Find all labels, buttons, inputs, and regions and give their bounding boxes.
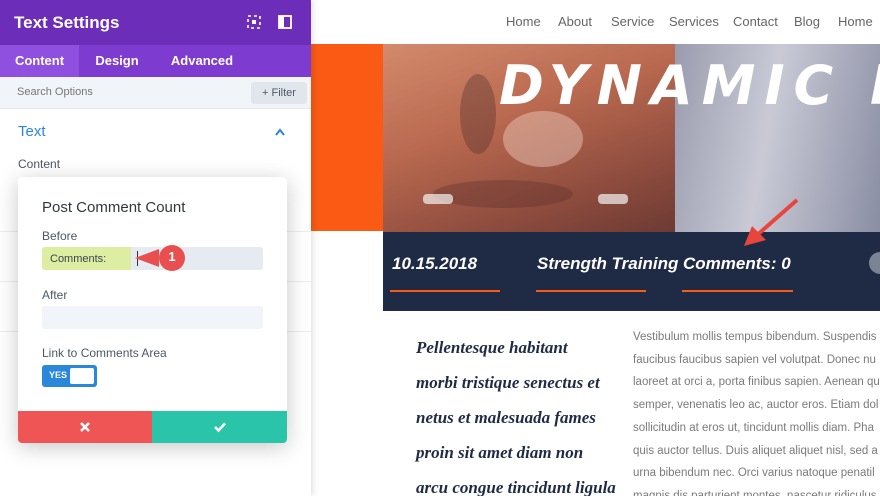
- nav-about[interactable]: About: [558, 14, 592, 29]
- search-options-input[interactable]: [17, 86, 217, 98]
- section-title-text[interactable]: Text: [18, 123, 46, 140]
- orange-accent-block: [311, 44, 384, 231]
- toggle-yes-label: YES: [49, 370, 68, 380]
- body-line: laoreet at orci a, porta finibus sapien.…: [633, 376, 880, 389]
- content-label: Content: [18, 157, 61, 171]
- post-body-text: Vestibulum mollis tempus bibendum. Suspe…: [633, 326, 880, 496]
- comments-underline: [682, 290, 793, 292]
- nav-home[interactable]: Home: [506, 14, 541, 29]
- tab-advanced[interactable]: Advanced: [155, 45, 249, 77]
- close-icon: [80, 422, 90, 432]
- hero-title: DYNAMIC POS: [499, 54, 880, 117]
- body-line: Vestibulum mollis tempus bibendum. Suspe…: [633, 331, 877, 343]
- body-line: sollicitudin at eros ut, tincidunt molli…: [633, 421, 874, 434]
- filter-button[interactable]: + Filter: [251, 82, 307, 104]
- nav-home-2[interactable]: Home: [838, 14, 873, 29]
- hero-image: DYNAMIC POS: [383, 44, 880, 232]
- arrow-pointer-icon: [744, 198, 799, 246]
- body-line: quis auctor tellus. Duis aliquet aliquet…: [633, 444, 878, 457]
- quote-line: netus et malesuada fames: [416, 408, 596, 427]
- quote-line: arcu congue tincidunt ligula: [416, 478, 616, 496]
- tab-design[interactable]: Design: [79, 45, 155, 77]
- post-date: 10.15.2018: [392, 254, 478, 273]
- nav-service[interactable]: Service: [611, 14, 654, 29]
- toggle-knob: [70, 368, 94, 384]
- tab-content[interactable]: Content: [0, 45, 79, 77]
- split-view-icon[interactable]: [277, 14, 293, 30]
- step-number: 1: [168, 249, 176, 264]
- save-button[interactable]: [152, 411, 287, 443]
- after-field[interactable]: [42, 306, 263, 329]
- chevron-up-icon[interactable]: [274, 127, 286, 137]
- before-label: Before: [42, 229, 78, 243]
- panel-title: Text Settings: [14, 13, 120, 32]
- body-line: urna bibendum nec. Orci varius natoque p…: [633, 467, 875, 480]
- check-icon: [213, 422, 226, 433]
- after-label: After: [42, 288, 68, 302]
- search-row: + Filter: [0, 77, 311, 109]
- category-underline: [536, 290, 646, 292]
- nav-services[interactable]: Services: [669, 14, 719, 29]
- post-comment-count-modal: Post Comment Count Before Comments: Afte…: [18, 177, 287, 443]
- cancel-button[interactable]: [18, 411, 152, 443]
- post-category[interactable]: Strength Training: [537, 254, 678, 274]
- body-line: faucibus faucibus sapien vel volutpat. D…: [633, 353, 876, 366]
- before-field-value: Comments:: [50, 253, 107, 265]
- nav-contact[interactable]: Contact: [733, 14, 778, 29]
- panel-header: Text Settings: [0, 0, 311, 45]
- quote-line: morbi tristique senectus et: [416, 373, 600, 392]
- site-nav: Home About Service Services Contact Blog…: [311, 0, 880, 44]
- post-meta-bar: 10.15.2018 Strength Training Comments: 0: [383, 232, 880, 311]
- body-line: semper, venenatis leo ac, auctor eros. E…: [633, 399, 879, 412]
- date-underline: [390, 290, 500, 292]
- expand-icon[interactable]: [246, 14, 262, 30]
- link-comments-toggle[interactable]: YES: [42, 365, 97, 387]
- nav-blog[interactable]: Blog: [794, 14, 820, 29]
- link-comments-label: Link to Comments Area: [42, 346, 167, 360]
- body-line: magnis dis parturient montes, nascetur r…: [633, 489, 877, 496]
- post-comments[interactable]: Comments: 0: [683, 254, 791, 274]
- settings-tabs: Content Design Advanced: [0, 45, 311, 77]
- quote-line: Pellentesque habitant: [416, 338, 568, 357]
- post-excerpt-quote: Pellentesque habitant morbi tristique se…: [416, 330, 616, 496]
- modal-title: Post Comment Count: [42, 199, 186, 216]
- quote-line: proin sit amet diam non: [416, 443, 584, 462]
